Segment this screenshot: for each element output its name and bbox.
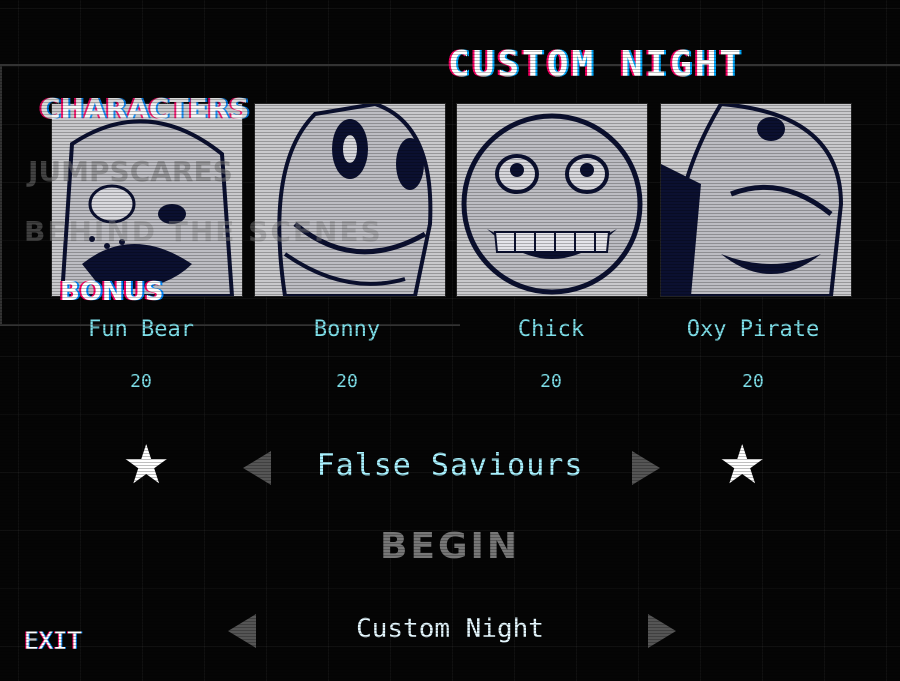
menu-characters[interactable]: CHARACTERS [40, 92, 249, 125]
page-title: CUSTOM NIGHT [448, 44, 745, 85]
menu-behind-the-scenes[interactable]: BEHIND THE SCENES [24, 215, 383, 248]
character-level[interactable]: 20 [46, 371, 236, 392]
character-name: Bonny [313, 317, 381, 342]
chick-portrait-icon [457, 104, 647, 296]
menu-jumpscares[interactable]: JUMPSCARES [28, 155, 233, 188]
frame-line-left [0, 66, 2, 326]
exit-button[interactable]: EXIT [24, 627, 82, 655]
bunny-portrait-icon [255, 104, 445, 296]
portrait-bonny[interactable] [254, 103, 446, 297]
mode-next-arrow-icon[interactable] [648, 614, 676, 648]
character-name: Oxy Pirate [686, 317, 820, 342]
mode-prev-arrow-icon[interactable] [228, 614, 256, 648]
character-name: Chick [517, 317, 585, 342]
pirate-portrait-icon [661, 104, 851, 296]
preset-next-arrow-icon[interactable] [632, 451, 660, 485]
menu-bonus[interactable]: BONUS [60, 277, 164, 307]
preset-prev-arrow-icon[interactable] [243, 451, 271, 485]
star-icon: ★ [122, 433, 171, 496]
character-name: Fun Bear [88, 317, 194, 342]
character-level[interactable]: 20 [456, 371, 646, 392]
begin-button[interactable]: BEGIN [350, 526, 550, 567]
character-level[interactable]: 20 [658, 371, 848, 392]
portrait-fun-bear[interactable] [51, 103, 243, 297]
mode-label: Custom Night [356, 614, 544, 644]
portrait-chick[interactable] [456, 103, 648, 297]
portrait-oxy-pirate[interactable] [660, 103, 852, 297]
bear-portrait-icon [52, 104, 242, 296]
character-level[interactable]: 20 [252, 371, 442, 392]
preset-label: False Saviours [316, 448, 584, 483]
star-icon: ★ [718, 433, 767, 496]
